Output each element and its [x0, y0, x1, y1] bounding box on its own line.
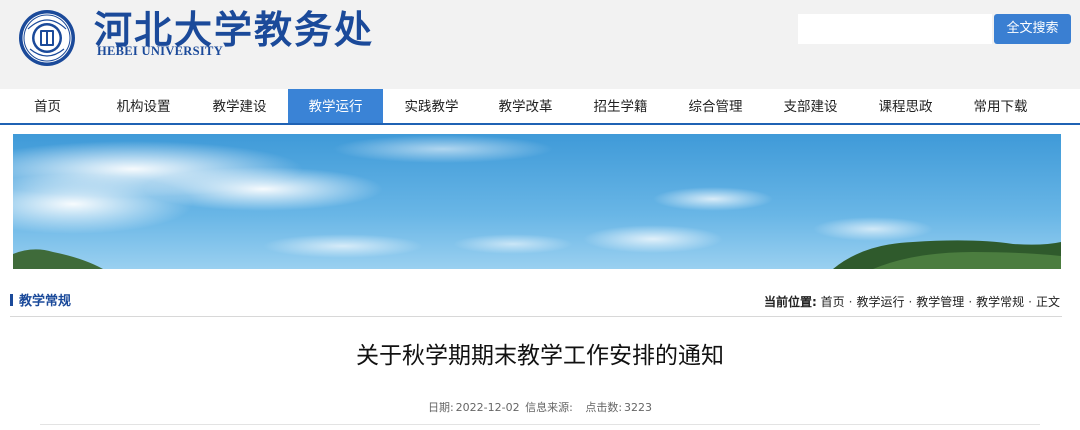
breadcrumb-teaching-management[interactable]: 教学管理 [916, 295, 964, 309]
breadcrumb-separator: · [848, 295, 853, 309]
nav-item-reform[interactable]: 教学改革 [478, 89, 573, 123]
breadcrumb-home[interactable]: 首页 [821, 295, 845, 309]
clicks-label: 点击数: [585, 401, 623, 414]
source-label: 信息来源: [525, 401, 573, 414]
section-title-text: 教学常规 [19, 294, 72, 309]
nav-item-org[interactable]: 机构设置 [96, 89, 191, 123]
breadcrumb-current: 正文 [1035, 295, 1060, 309]
university-seal-logo[interactable] [18, 9, 76, 67]
nav-item-party-branch[interactable]: 支部建设 [763, 89, 858, 123]
nav-item-home[interactable]: 首页 [0, 89, 95, 123]
section-divider [10, 316, 1062, 317]
nav-item-practice[interactable]: 实践教学 [384, 89, 479, 123]
search-button[interactable]: 全文搜索 [994, 14, 1071, 44]
nav-item-enrollment[interactable]: 招生学籍 [573, 89, 668, 123]
nav-item-teaching-construction[interactable]: 教学建设 [192, 89, 287, 123]
breadcrumb-teaching-routine[interactable]: 教学常规 [976, 295, 1024, 309]
breadcrumb: 当前位置: 首页 · 教学运行 · 教学管理 · 教学常规 · 正文 [764, 293, 1060, 311]
breadcrumb-separator: · [968, 295, 973, 309]
article-meta: 日期: 2022-12-02 信息来源: 点击数: 3223 [0, 401, 1080, 415]
meta-divider [40, 424, 1040, 425]
nav-item-ideology[interactable]: 课程思政 [858, 89, 953, 123]
section-title: 教学常规 [10, 293, 71, 311]
nav-item-management[interactable]: 综合管理 [668, 89, 763, 123]
nav-item-teaching-operation[interactable]: 教学运行 [288, 89, 383, 123]
breadcrumb-separator: · [908, 295, 913, 309]
article-title: 关于秋学期期末教学工作安排的通知 [356, 343, 724, 369]
sky-banner-image [13, 134, 1061, 269]
breadcrumb-separator: · [1028, 295, 1032, 309]
section-marker-icon [10, 294, 13, 306]
main-nav: 首页 机构设置 教学建设 教学运行 实践教学 教学改革 招生学籍 综合管理 支部… [0, 89, 1080, 125]
date-value: 2022-12-02 [455, 401, 520, 414]
site-header: 河北大学教务处 HEBEI UNIVERSITY 全文搜索 [0, 0, 1080, 89]
breadcrumb-label: 当前位置: [763, 295, 817, 309]
search-input[interactable] [798, 14, 992, 44]
logo-english-name[interactable]: HEBEI UNIVERSITY [97, 44, 223, 58]
date-label: 日期: [427, 401, 454, 414]
clicks-value: 3223 [624, 401, 653, 414]
breadcrumb-teaching-operation[interactable]: 教学运行 [856, 295, 904, 309]
nav-item-downloads[interactable]: 常用下载 [953, 89, 1048, 123]
